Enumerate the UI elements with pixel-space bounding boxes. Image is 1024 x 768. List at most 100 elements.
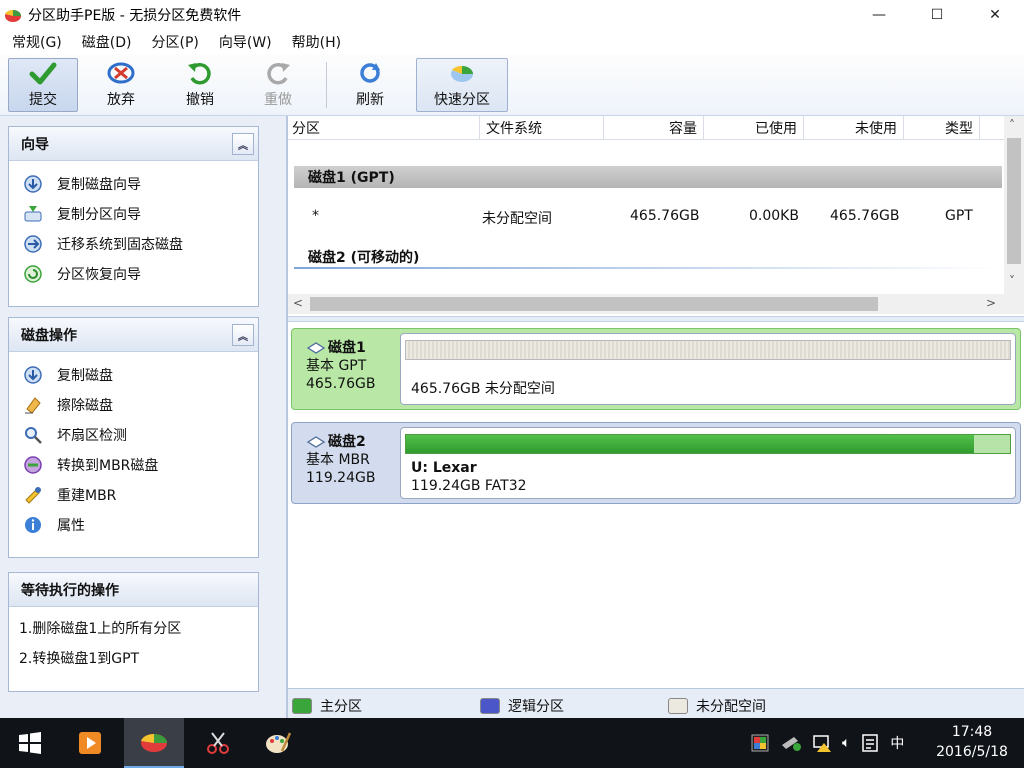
volume-icon[interactable]: 🔈︎ bbox=[842, 735, 850, 751]
refresh-button[interactable]: 刷新 bbox=[338, 58, 402, 112]
pending-op-item[interactable]: 1.删除磁盘1上的所有分区 bbox=[9, 613, 258, 643]
pending-ops-panel-header: 等待执行的操作 bbox=[9, 573, 258, 607]
primary-swatch bbox=[292, 698, 312, 714]
quick-partition-icon bbox=[451, 65, 473, 82]
commit-button[interactable]: 提交 bbox=[8, 58, 78, 112]
minimize-button[interactable]: — bbox=[850, 0, 908, 30]
window-title: 分区助手PE版 - 无损分区免费软件 bbox=[28, 8, 242, 24]
disk1-group-row[interactable]: 磁盘1 (GPT) bbox=[294, 166, 1002, 188]
input-method-indicator[interactable]: 中 bbox=[890, 733, 904, 753]
taskbar-media-player[interactable] bbox=[60, 718, 120, 768]
col-free[interactable]: 未使用 bbox=[804, 116, 904, 140]
system-clock[interactable]: 17:48 2016/5/18 bbox=[932, 722, 1012, 762]
checkmark-icon bbox=[29, 62, 57, 85]
undo-button[interactable]: 撤销 bbox=[168, 58, 232, 112]
left-sidebar: 向导 ︽ 复制磁盘向导 复制分区向导 迁移系统到固态磁盘 分区恢复向导 磁盘操作… bbox=[0, 116, 286, 718]
pending-op-item[interactable]: 2.转换磁盘1到GPT bbox=[9, 643, 258, 673]
taskbar-paint[interactable] bbox=[248, 718, 308, 768]
op-copy-disk[interactable]: 复制磁盘 bbox=[9, 360, 258, 390]
wizard-panel-title: 向导 bbox=[21, 136, 49, 153]
legend-bar: 主分区 逻辑分区 未分配空间 bbox=[288, 688, 1024, 718]
copy-disk-icon bbox=[24, 366, 42, 384]
wizard-copy-partition[interactable]: 复制分区向导 bbox=[9, 199, 258, 229]
menu-help[interactable]: 帮助(H) bbox=[284, 32, 349, 52]
redo-button[interactable]: 重做 bbox=[246, 58, 310, 112]
disk1-card[interactable]: 磁盘1 基本 GPT 465.76GB 465.76GB 未分配空间 bbox=[291, 328, 1021, 410]
start-button[interactable] bbox=[0, 718, 60, 768]
disk2-name: 磁盘2 bbox=[328, 434, 366, 450]
disk2-info: 磁盘2 基本 MBR 119.24GB bbox=[292, 423, 398, 503]
wizard-panel-header: 向导 ︽ bbox=[9, 127, 258, 161]
cell-filesystem: 未分配空间 bbox=[482, 211, 552, 227]
windows-logo-icon bbox=[19, 732, 41, 754]
menu-partition[interactable]: 分区(P) bbox=[144, 32, 207, 52]
usb-drive-icon[interactable] bbox=[780, 733, 804, 753]
disk-icon bbox=[306, 436, 326, 448]
system-tray: 🔈︎ 中 bbox=[750, 718, 904, 768]
disk2-group-row[interactable]: 磁盘2 (可移动的) bbox=[294, 247, 1002, 269]
disk2-partition-text: 119.24GB FAT32 bbox=[411, 478, 527, 494]
collapse-up-icon[interactable]: ︽ bbox=[232, 324, 254, 346]
copy-disk-icon bbox=[24, 175, 42, 193]
eraser-icon bbox=[25, 397, 41, 414]
wizard-migrate-os[interactable]: 迁移系统到固态磁盘 bbox=[9, 229, 258, 259]
wizard-partition-recovery[interactable]: 分区恢复向导 bbox=[9, 259, 258, 289]
disk1-info: 磁盘1 基本 GPT 465.76GB bbox=[292, 329, 398, 409]
menu-wizard[interactable]: 向导(W) bbox=[211, 32, 280, 52]
info-icon bbox=[25, 517, 41, 533]
cell-partition: * bbox=[312, 208, 319, 224]
copy-partition-icon bbox=[24, 206, 42, 222]
disk1-size: 465.76GB bbox=[306, 376, 376, 392]
table-row[interactable]: * 未分配空间 465.76GB 0.00KB 465.76GB GPT bbox=[288, 204, 1004, 230]
pending-ops-panel-title: 等待执行的操作 bbox=[21, 582, 119, 599]
color-tray-icon[interactable] bbox=[750, 733, 770, 753]
disk-ops-panel: 磁盘操作 ︽ 复制磁盘 擦除磁盘 坏扇区检测 转换到MBR磁盘 重建MBR 属性 bbox=[8, 317, 259, 558]
horizontal-scrollbar[interactable]: < > bbox=[288, 294, 1004, 314]
quick-partition-button[interactable]: 快速分区 bbox=[416, 58, 508, 112]
scroll-right-icon[interactable]: > bbox=[986, 296, 996, 310]
disk2-card[interactable]: 磁盘2 基本 MBR 119.24GB U: Lexar 119.24GB FA… bbox=[291, 422, 1021, 504]
scroll-left-icon[interactable]: < bbox=[293, 296, 303, 310]
op-bad-sector-check[interactable]: 坏扇区检测 bbox=[9, 420, 258, 450]
menu-general[interactable]: 常规(G) bbox=[4, 32, 70, 52]
refresh-icon bbox=[360, 63, 380, 83]
scroll-thumb[interactable] bbox=[310, 297, 878, 311]
app-logo-icon bbox=[5, 9, 21, 22]
wizard-copy-disk[interactable]: 复制磁盘向导 bbox=[9, 169, 258, 199]
rebuild-icon bbox=[25, 487, 41, 504]
scroll-down-icon[interactable]: ˅ bbox=[1009, 274, 1015, 288]
disk1-partition-block[interactable]: 465.76GB 未分配空间 bbox=[400, 333, 1016, 405]
taskbar-partition-assistant[interactable] bbox=[124, 718, 184, 768]
scroll-thumb[interactable] bbox=[1007, 138, 1021, 264]
disk1-name: 磁盘1 bbox=[328, 340, 366, 356]
disk2-partition-block[interactable]: U: Lexar 119.24GB FAT32 bbox=[400, 427, 1016, 499]
cell-type: GPT bbox=[945, 208, 973, 224]
scroll-up-icon[interactable]: ˄ bbox=[1009, 118, 1015, 132]
col-filesystem[interactable]: 文件系统 bbox=[480, 116, 604, 140]
col-partition[interactable]: 分区 bbox=[288, 116, 480, 140]
toolbar: 提交 放弃 撤销 重做 刷新 快速分区 bbox=[0, 54, 1024, 116]
disk-map: 磁盘1 基本 GPT 465.76GB 465.76GB 未分配空间 磁盘2 基… bbox=[288, 322, 1024, 688]
op-rebuild-mbr[interactable]: 重建MBR bbox=[9, 480, 258, 510]
close-button[interactable]: ✕ bbox=[966, 0, 1024, 30]
op-wipe-disk[interactable]: 擦除磁盘 bbox=[9, 390, 258, 420]
wizard-panel: 向导 ︽ 复制磁盘向导 复制分区向导 迁移系统到固态磁盘 分区恢复向导 bbox=[8, 126, 259, 307]
maximize-button[interactable]: ☐ bbox=[908, 0, 966, 30]
taskbar-snipping-tool[interactable] bbox=[188, 718, 248, 768]
discard-button[interactable]: 放弃 bbox=[88, 58, 154, 112]
col-used[interactable]: 已使用 bbox=[704, 116, 804, 140]
table-header: 分区 文件系统 容量 已使用 未使用 类型 bbox=[288, 116, 1004, 140]
collapse-up-icon[interactable]: ︽ bbox=[232, 133, 254, 155]
pending-ops-panel: 等待执行的操作 1.删除磁盘1上的所有分区 2.转换磁盘1到GPT bbox=[8, 572, 259, 692]
vertical-scrollbar[interactable]: ˄ ˅ bbox=[1004, 116, 1024, 294]
network-warning-icon[interactable] bbox=[812, 733, 834, 753]
usage-bar-fill bbox=[406, 435, 974, 453]
col-capacity[interactable]: 容量 bbox=[604, 116, 704, 140]
op-properties[interactable]: 属性 bbox=[9, 510, 258, 540]
legend-primary: 主分区 bbox=[292, 696, 362, 716]
col-type[interactable]: 类型 bbox=[904, 116, 980, 140]
notes-icon[interactable] bbox=[860, 733, 880, 753]
op-convert-mbr[interactable]: 转换到MBR磁盘 bbox=[9, 450, 258, 480]
magnifier-icon bbox=[25, 427, 42, 444]
menu-disk[interactable]: 磁盘(D) bbox=[74, 32, 140, 52]
